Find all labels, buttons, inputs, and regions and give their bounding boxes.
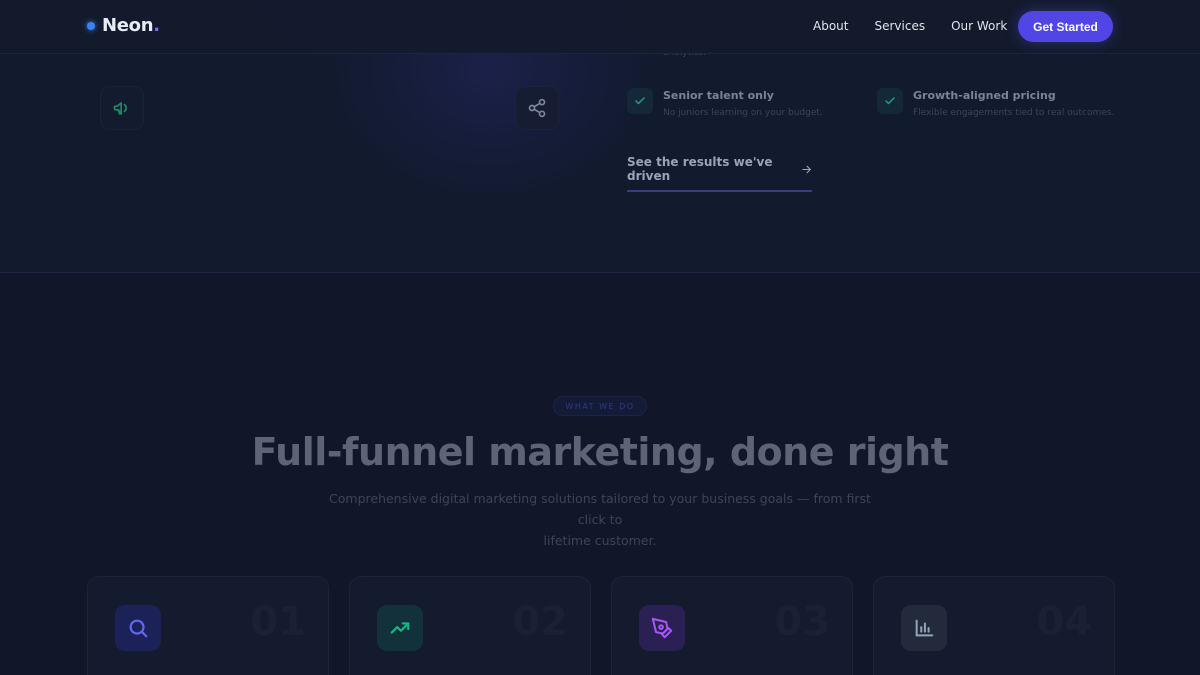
service-icon-tile: [377, 605, 423, 651]
service-number: 03: [774, 599, 830, 645]
feature-description: Flexible engagements tied to real outcom…: [913, 108, 1115, 118]
nav-link-services[interactable]: Services: [874, 19, 925, 33]
megaphone-icon: [113, 102, 127, 115]
logo-dot: [87, 21, 95, 30]
service-card[interactable]: 02: [349, 576, 591, 675]
see-results-link[interactable]: See the results we've driven: [627, 155, 812, 192]
nav-link-about[interactable]: About: [813, 19, 848, 33]
share-icon: [528, 98, 546, 118]
arrow-right-icon: [802, 165, 811, 173]
service-icon-tile: [115, 605, 161, 651]
top-nav: Neon. About Services Our Work Get Starte…: [0, 0, 1200, 54]
nav-link-our-work[interactable]: Our Work: [951, 19, 1007, 33]
service-number: 04: [1036, 599, 1092, 645]
subheading-line: lifetime customer.: [543, 533, 657, 548]
service-number: 01: [250, 599, 306, 645]
service-card[interactable]: 01: [87, 576, 329, 675]
logo-period: .: [153, 15, 160, 36]
pen-tool-icon: [651, 617, 673, 639]
service-card[interactable]: 03: [611, 576, 853, 675]
logo-wordmark: Neon: [102, 15, 154, 36]
share-tile: [515, 86, 559, 130]
section-headline: Full-funnel marketing, done right: [251, 430, 949, 474]
check-badge: [627, 88, 653, 114]
service-icon-tile: [901, 605, 947, 651]
logo-text: Neon.: [102, 15, 160, 36]
feature-title: Growth-aligned pricing: [913, 89, 1056, 102]
service-icon-tile: [639, 605, 685, 651]
service-number: 02: [512, 599, 568, 645]
check-badge: [877, 88, 903, 114]
services-section: WHAT WE DO Full-funnel marketing, done r…: [0, 274, 1200, 675]
search-icon: [129, 619, 148, 638]
section-subheading: Comprehensive digital marketing solution…: [320, 488, 880, 551]
service-card[interactable]: 04: [873, 576, 1115, 675]
nav-links: About Services Our Work: [813, 19, 1033, 33]
get-started-button[interactable]: Get Started: [1018, 11, 1113, 42]
check-icon: [885, 97, 895, 105]
feature-description: No juniors learning on your budget.: [663, 108, 823, 118]
bar-chart-icon: [915, 619, 934, 637]
check-icon: [635, 97, 645, 105]
feature-growth-pricing: Growth-aligned pricing Flexible engageme…: [877, 88, 1114, 118]
see-results-label: See the results we've driven: [627, 155, 773, 183]
trending-up-icon: [390, 622, 410, 634]
megaphone-tile: [100, 86, 144, 130]
feature-title: Senior talent only: [663, 89, 774, 102]
feature-senior-talent: Senior talent only No juniors learning o…: [627, 88, 823, 118]
subheading-line: Comprehensive digital marketing solution…: [329, 491, 871, 527]
logo[interactable]: Neon.: [87, 15, 160, 36]
section-eyebrow: WHAT WE DO: [553, 396, 647, 416]
